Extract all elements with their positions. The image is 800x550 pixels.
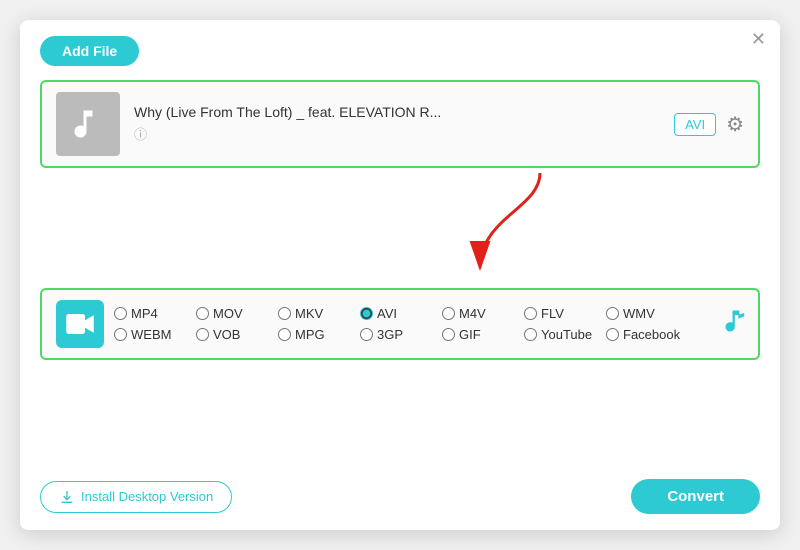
format-gif[interactable]: GIF [442,327,522,342]
format-m4v[interactable]: M4V [442,306,522,321]
video-icon-box [56,300,104,348]
video-icon [65,309,95,339]
info-icon[interactable]: ⓘ [134,127,147,142]
music-note-icon [70,106,106,142]
format-mov[interactable]: MOV [196,306,276,321]
arrow-svg [460,168,620,288]
format-badge[interactable]: AVI [674,113,716,136]
format-3gp[interactable]: 3GP [360,327,440,342]
convert-button[interactable]: Convert [631,479,760,514]
format-vob[interactable]: VOB [196,327,276,342]
file-actions: AVI ⚙ [674,112,744,137]
file-name: Why (Live From The Loft) _ feat. ELEVATI… [134,104,660,120]
format-webm[interactable]: WEBM [114,327,194,342]
add-file-button[interactable]: Add File [40,36,139,66]
format-youtube[interactable]: YouTube [524,327,604,342]
format-avi[interactable]: AVI [360,306,440,321]
format-row: MP4 MOV MKV AVI M4V FLV WM [40,288,760,360]
format-mp4[interactable]: MP4 [114,306,194,321]
format-facebook[interactable]: Facebook [606,327,686,342]
main-dialog: ✕ Add File Why (Live From The Loft) _ fe… [20,20,780,530]
download-icon [59,489,75,505]
file-row: Why (Live From The Loft) _ feat. ELEVATI… [40,80,760,168]
arrow-area [40,168,760,288]
file-thumbnail [56,92,120,156]
format-mpg[interactable]: MPG [278,327,358,342]
close-button[interactable]: ✕ [751,30,766,48]
format-flv[interactable]: FLV [524,306,604,321]
format-wmv[interactable]: WMV [606,306,686,321]
settings-icon[interactable]: ⚙ [726,112,744,137]
install-button[interactable]: Install Desktop Version [40,481,232,513]
format-line-2: WEBM VOB MPG 3GP GIF YouTube [114,327,686,342]
format-line-1: MP4 MOV MKV AVI M4V FLV WM [114,306,686,321]
format-grid: MP4 MOV MKV AVI M4V FLV WM [114,306,686,342]
audio-icon[interactable] [722,307,750,342]
bottom-bar: Install Desktop Version Convert [40,479,760,514]
format-mkv[interactable]: MKV [278,306,358,321]
file-info: Why (Live From The Loft) _ feat. ELEVATI… [134,104,660,144]
